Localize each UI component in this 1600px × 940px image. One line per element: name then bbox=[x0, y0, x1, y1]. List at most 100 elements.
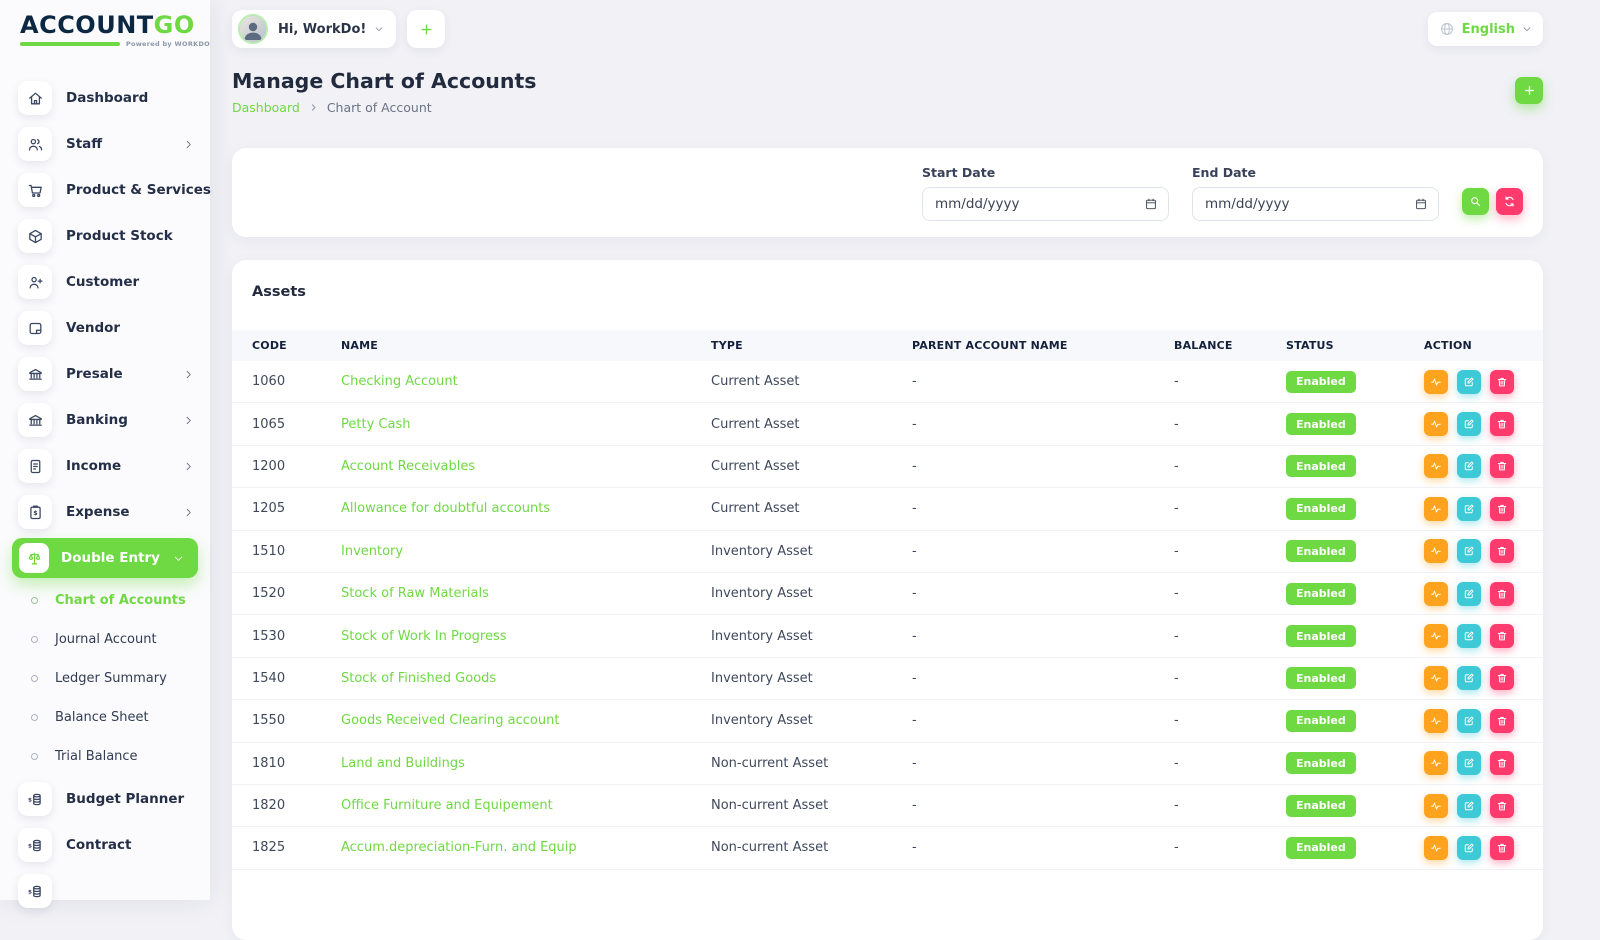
sidebar-item-balance-sheet[interactable]: Balance Sheet bbox=[0, 698, 210, 737]
edit-action-button[interactable] bbox=[1457, 751, 1481, 775]
account-name-link[interactable]: Stock of Work In Progress bbox=[341, 629, 507, 644]
delete-action-button[interactable] bbox=[1490, 794, 1514, 818]
table-row: 1065Petty CashCurrent Asset--Enabled bbox=[232, 403, 1543, 445]
apply-filter-button[interactable] bbox=[1462, 188, 1489, 215]
delete-action-button[interactable] bbox=[1490, 751, 1514, 775]
trash-icon bbox=[1496, 630, 1508, 642]
sidebar-item-partial[interactable]: $ bbox=[0, 868, 210, 914]
transactions-action-button[interactable] bbox=[1424, 836, 1448, 860]
status-badge: Enabled bbox=[1286, 583, 1356, 605]
account-name-link[interactable]: Checking Account bbox=[341, 374, 458, 389]
transactions-action-button[interactable] bbox=[1424, 582, 1448, 606]
account-name-link[interactable]: Stock of Raw Materials bbox=[341, 586, 489, 601]
breadcrumb-dashboard-link[interactable]: Dashboard bbox=[232, 100, 300, 115]
sidebar-item-dashboard[interactable]: Dashboard bbox=[0, 75, 210, 121]
sidebar-item-vendor[interactable]: Vendor bbox=[0, 305, 210, 351]
account-name-link[interactable]: Stock of Finished Goods bbox=[341, 671, 496, 686]
trash-icon bbox=[1496, 503, 1508, 515]
transactions-action-button[interactable] bbox=[1424, 454, 1448, 478]
account-name-link[interactable]: Allowance for doubtful accounts bbox=[341, 501, 550, 516]
delete-action-button[interactable] bbox=[1490, 370, 1514, 394]
edit-action-button[interactable] bbox=[1457, 582, 1481, 606]
delete-action-button[interactable] bbox=[1490, 539, 1514, 563]
edit-icon bbox=[1463, 842, 1475, 854]
edit-action-button[interactable] bbox=[1457, 624, 1481, 648]
account-balance: - bbox=[1174, 501, 1286, 516]
delete-action-button[interactable] bbox=[1490, 454, 1514, 478]
sidebar-item-product-services[interactable]: Product & Services bbox=[0, 167, 210, 213]
sidebar-item-presale[interactable]: Presale bbox=[0, 351, 210, 397]
account-name-link[interactable]: Goods Received Clearing account bbox=[341, 713, 559, 728]
vendor-icon bbox=[18, 311, 52, 345]
sidebar-item-income[interactable]: Income bbox=[0, 443, 210, 489]
language-selector[interactable]: English bbox=[1428, 12, 1543, 46]
transactions-action-button[interactable] bbox=[1424, 794, 1448, 818]
edit-icon bbox=[1463, 460, 1475, 472]
account-name-link[interactable]: Petty Cash bbox=[341, 417, 410, 432]
edit-icon bbox=[1463, 800, 1475, 812]
account-code: 1060 bbox=[252, 374, 341, 389]
sidebar-item-chart-of-accounts[interactable]: Chart of Accounts bbox=[0, 581, 210, 620]
edit-action-button[interactable] bbox=[1457, 794, 1481, 818]
sidebar-item-expense[interactable]: $Expense bbox=[0, 489, 210, 535]
edit-action-button[interactable] bbox=[1457, 370, 1481, 394]
wave-icon bbox=[1430, 630, 1442, 642]
transactions-action-button[interactable] bbox=[1424, 666, 1448, 690]
sidebar-item-contract[interactable]: $Contract bbox=[0, 822, 210, 868]
sidebar-item-label: Dashboard bbox=[66, 90, 194, 106]
chevron-down-icon bbox=[1522, 24, 1532, 34]
delete-action-button[interactable] bbox=[1490, 497, 1514, 521]
transactions-action-button[interactable] bbox=[1424, 497, 1448, 521]
sidebar-item-double-entry[interactable]: Double Entry bbox=[12, 538, 198, 578]
account-name-link[interactable]: Accum.depreciation-Furn. and Equip bbox=[341, 840, 577, 855]
edit-action-button[interactable] bbox=[1457, 454, 1481, 478]
edit-action-button[interactable] bbox=[1457, 539, 1481, 563]
edit-action-button[interactable] bbox=[1457, 497, 1481, 521]
logo-underline bbox=[20, 42, 120, 46]
edit-action-button[interactable] bbox=[1457, 666, 1481, 690]
calendar-icon[interactable] bbox=[1144, 197, 1158, 211]
delete-action-button[interactable] bbox=[1490, 412, 1514, 436]
account-name-link[interactable]: Office Furniture and Equipement bbox=[341, 798, 553, 813]
end-date-input[interactable]: mm/dd/yyyy bbox=[1192, 187, 1439, 221]
calendar-icon[interactable] bbox=[1414, 197, 1428, 211]
sidebar-item-product-stock[interactable]: Product Stock bbox=[0, 213, 210, 259]
edit-icon bbox=[1463, 545, 1475, 557]
transactions-action-button[interactable] bbox=[1424, 412, 1448, 436]
account-name-link[interactable]: Inventory bbox=[341, 544, 403, 559]
sidebar-item-trial-balance[interactable]: Trial Balance bbox=[0, 737, 210, 776]
create-account-button[interactable] bbox=[1515, 77, 1543, 104]
sidebar-item-label: Income bbox=[66, 458, 183, 474]
edit-action-button[interactable] bbox=[1457, 412, 1481, 436]
transactions-action-button[interactable] bbox=[1424, 751, 1448, 775]
sidebar-item-banking[interactable]: Banking bbox=[0, 397, 210, 443]
sidebar-item-label: Presale bbox=[66, 366, 183, 382]
sidebar-item-budget-planner[interactable]: $Budget Planner bbox=[0, 776, 210, 822]
transactions-action-button[interactable] bbox=[1424, 709, 1448, 733]
reset-filter-button[interactable] bbox=[1496, 188, 1523, 215]
edit-action-button[interactable] bbox=[1457, 709, 1481, 733]
sidebar-item-ledger-summary[interactable]: Ledger Summary bbox=[0, 659, 210, 698]
delete-action-button[interactable] bbox=[1490, 666, 1514, 690]
sidebar-item-journal-account[interactable]: Journal Account bbox=[0, 620, 210, 659]
delete-action-button[interactable] bbox=[1490, 624, 1514, 648]
sidebar-item-customer[interactable]: Customer bbox=[0, 259, 210, 305]
clipboard-dollar-icon: $ bbox=[18, 495, 52, 529]
transactions-action-button[interactable] bbox=[1424, 624, 1448, 648]
account-name-link[interactable]: Land and Buildings bbox=[341, 756, 465, 771]
user-menu-button[interactable]: Hi, WorkDo! bbox=[232, 10, 396, 48]
powered-by-label: Powered by WORKDO bbox=[126, 40, 210, 48]
transactions-action-button[interactable] bbox=[1424, 539, 1448, 563]
delete-action-button[interactable] bbox=[1490, 709, 1514, 733]
account-name-link[interactable]: Account Receivables bbox=[341, 459, 475, 474]
delete-action-button[interactable] bbox=[1490, 836, 1514, 860]
edit-action-button[interactable] bbox=[1457, 836, 1481, 860]
delete-action-button[interactable] bbox=[1490, 582, 1514, 606]
sidebar-item-label: Double Entry bbox=[61, 550, 173, 566]
sidebar-item-staff[interactable]: Staff bbox=[0, 121, 210, 167]
quick-add-button[interactable] bbox=[407, 10, 445, 48]
brand-logo[interactable]: ACCOUNTGO Powered by WORKDO bbox=[0, 0, 210, 58]
start-date-input[interactable]: mm/dd/yyyy bbox=[922, 187, 1169, 221]
transactions-action-button[interactable] bbox=[1424, 370, 1448, 394]
parent-account-name: - bbox=[912, 459, 1174, 474]
